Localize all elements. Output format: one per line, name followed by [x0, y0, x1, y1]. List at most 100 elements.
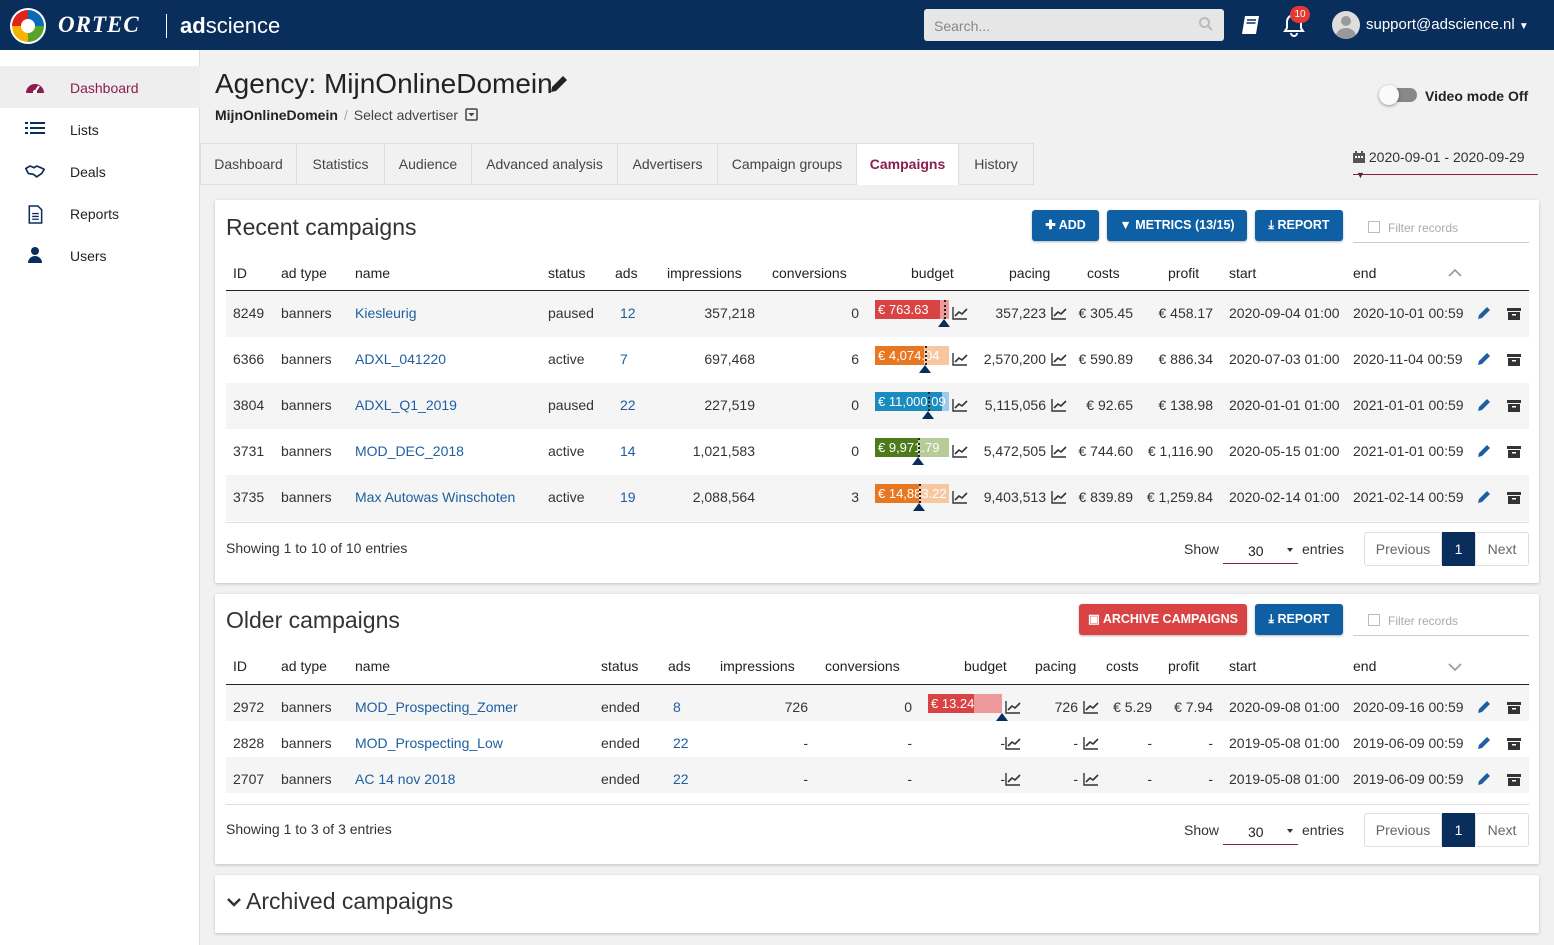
tab-advanced-analysis[interactable]: Advanced analysis [472, 143, 618, 185]
tab-campaigns[interactable]: Campaigns [857, 143, 959, 185]
edit-icon[interactable] [1477, 398, 1491, 412]
date-range-picker[interactable]: 2020-09-01 - 2020-09-29 ▼ [1353, 149, 1538, 180]
budget-chart-icon[interactable] [952, 352, 968, 366]
breadcrumb-agency[interactable]: MijnOnlineDomein [215, 107, 338, 123]
page-size-select[interactable]: 30 [1223, 534, 1298, 564]
archive-campaigns-button[interactable]: ▣ ARCHIVE CAMPAIGNS [1079, 604, 1247, 635]
col-profit[interactable]: profit [1168, 658, 1199, 674]
col-status[interactable]: status [601, 658, 638, 674]
ads-link[interactable]: 12 [620, 305, 636, 321]
col-impressions[interactable]: impressions [667, 265, 742, 281]
col-id[interactable]: ID [233, 265, 247, 281]
chevron-up-icon[interactable] [1448, 268, 1462, 278]
ads-link[interactable]: 7 [620, 351, 628, 367]
tab-campaign-groups[interactable]: Campaign groups [718, 143, 857, 185]
tab-audience[interactable]: Audience [385, 143, 472, 185]
ads-link[interactable]: 8 [673, 699, 681, 715]
tab-statistics[interactable]: Statistics [297, 143, 385, 185]
ads-link[interactable]: 22 [620, 397, 636, 413]
edit-icon[interactable] [1477, 700, 1491, 714]
col-pacing[interactable]: pacing [1035, 658, 1076, 674]
archive-icon[interactable] [1507, 773, 1521, 786]
pacing-chart-icon[interactable] [1051, 398, 1067, 412]
pacing-chart-icon[interactable] [1051, 306, 1067, 320]
edit-icon[interactable] [1477, 736, 1491, 750]
page-size-select[interactable]: 30 [1223, 815, 1298, 845]
col-start[interactable]: start [1229, 265, 1256, 281]
col-status[interactable]: status [548, 265, 585, 281]
sidebar-item-users[interactable]: Users [0, 234, 200, 276]
report-button[interactable]: ⤓ REPORT [1255, 210, 1343, 241]
col-conversions[interactable]: conversions [825, 658, 900, 674]
next-page-button[interactable]: Next [1475, 813, 1529, 847]
chevron-down-icon[interactable] [1448, 662, 1462, 672]
campaign-link[interactable]: MOD_Prospecting_Zomer [355, 699, 518, 715]
edit-icon[interactable] [1477, 772, 1491, 786]
page-1-button[interactable]: 1 [1442, 813, 1475, 847]
archive-icon[interactable] [1507, 701, 1521, 714]
col-name[interactable]: name [355, 265, 390, 281]
col-end[interactable]: end [1353, 265, 1376, 281]
edit-icon[interactable] [1477, 352, 1491, 366]
ortec-logo-icon[interactable] [10, 8, 46, 44]
report-button[interactable]: ⤓ REPORT [1255, 604, 1343, 635]
sidebar-item-deals[interactable]: Deals [0, 150, 200, 192]
archive-icon[interactable] [1507, 399, 1521, 412]
sidebar-item-dashboard[interactable]: Dashboard [0, 66, 200, 108]
metrics-button[interactable]: ▼ METRICS (13/15) [1107, 210, 1247, 241]
avatar[interactable] [1332, 11, 1360, 39]
filter-records-input[interactable]: Filter records [1353, 604, 1529, 636]
col-ads[interactable]: ads [615, 265, 638, 281]
campaign-link[interactable]: Kiesleurig [355, 305, 416, 321]
col-name[interactable]: name [355, 658, 390, 674]
pacing-chart-icon[interactable] [1083, 772, 1099, 786]
budget-chart-icon[interactable] [1005, 772, 1021, 786]
search-input[interactable]: Search... [924, 9, 1224, 41]
col-profit[interactable]: profit [1168, 265, 1199, 281]
col-ad-type[interactable]: ad type [281, 658, 327, 674]
page-1-button[interactable]: 1 [1442, 532, 1475, 566]
archive-icon[interactable] [1507, 737, 1521, 750]
budget-chart-icon[interactable] [952, 306, 968, 320]
col-impressions[interactable]: impressions [720, 658, 795, 674]
col-end[interactable]: end [1353, 658, 1376, 674]
col-start[interactable]: start [1229, 658, 1256, 674]
archive-icon[interactable] [1507, 307, 1521, 320]
col-budget[interactable]: budget [911, 265, 954, 281]
col-costs[interactable]: costs [1087, 265, 1120, 281]
book-icon[interactable] [1240, 14, 1262, 36]
tab-dashboard[interactable]: Dashboard [200, 143, 297, 185]
campaign-link[interactable]: ADXL_041220 [355, 351, 446, 367]
col-ad-type[interactable]: ad type [281, 265, 327, 281]
archived-campaigns-card[interactable]: Archived campaigns [215, 875, 1539, 933]
caret-square-down-icon[interactable] [465, 108, 478, 121]
col-id[interactable]: ID [233, 658, 247, 674]
archive-icon[interactable] [1507, 491, 1521, 504]
pacing-chart-icon[interactable] [1051, 444, 1067, 458]
tab-history[interactable]: History [959, 143, 1034, 185]
sidebar-item-lists[interactable]: Lists [0, 108, 200, 150]
budget-chart-icon[interactable] [1005, 736, 1021, 750]
add-button[interactable]: ✚ ADD [1032, 210, 1099, 241]
archive-icon[interactable] [1507, 445, 1521, 458]
col-pacing[interactable]: pacing [1009, 265, 1050, 281]
video-mode-toggle[interactable] [1379, 85, 1417, 105]
pacing-chart-icon[interactable] [1051, 352, 1067, 366]
campaign-link[interactable]: MOD_Prospecting_Low [355, 735, 503, 751]
campaign-link[interactable]: ADXL_Q1_2019 [355, 397, 457, 413]
sidebar-item-reports[interactable]: Reports [0, 192, 200, 234]
budget-chart-icon[interactable] [952, 398, 968, 412]
edit-icon[interactable] [1477, 490, 1491, 504]
campaign-link[interactable]: MOD_DEC_2018 [355, 443, 464, 459]
previous-page-button[interactable]: Previous [1364, 813, 1442, 847]
edit-icon[interactable] [1477, 444, 1491, 458]
previous-page-button[interactable]: Previous [1364, 532, 1442, 566]
user-menu[interactable]: support@adscience.nl ▼ [1366, 16, 1529, 33]
ads-link[interactable]: 22 [673, 771, 689, 787]
ads-link[interactable]: 22 [673, 735, 689, 751]
pacing-chart-icon[interactable] [1051, 490, 1067, 504]
ads-link[interactable]: 14 [620, 443, 636, 459]
filter-records-input[interactable]: Filter records [1353, 211, 1529, 243]
campaign-link[interactable]: Max Autowas Winschoten [355, 489, 515, 505]
campaign-link[interactable]: AC 14 nov 2018 [355, 771, 455, 787]
